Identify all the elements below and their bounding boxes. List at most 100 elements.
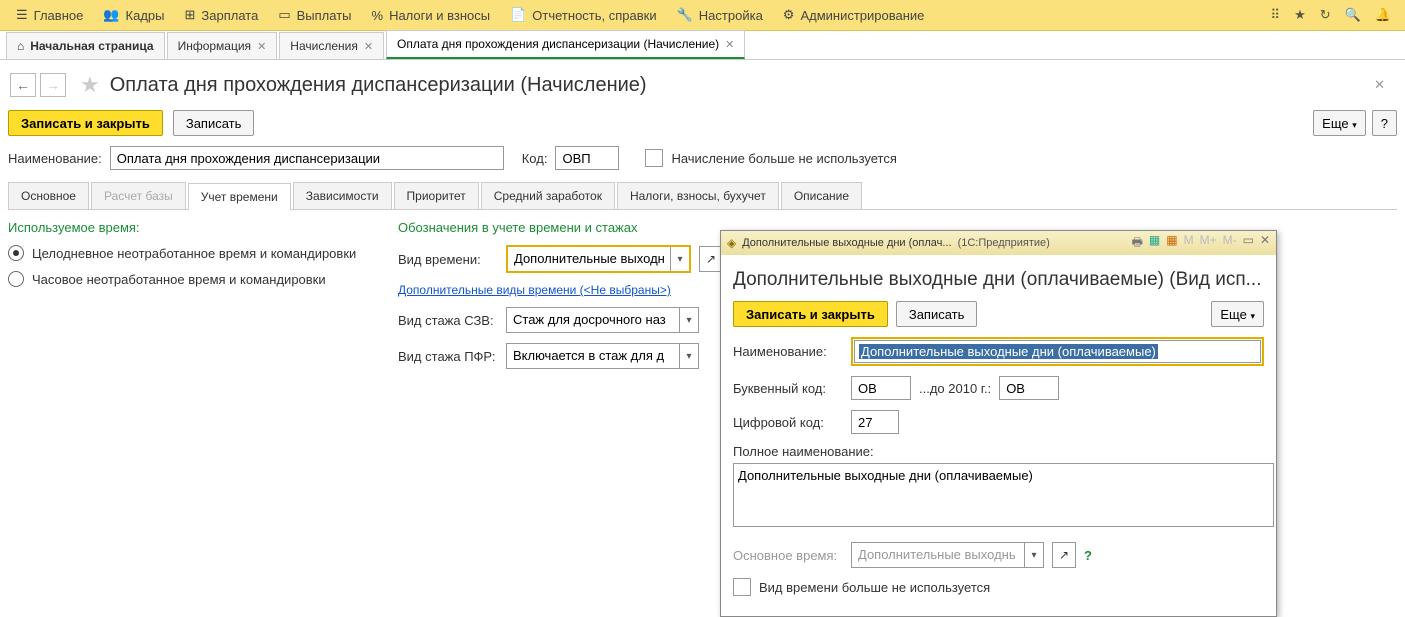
- back-button[interactable]: ←: [10, 73, 36, 97]
- main-nav: ☰Главное 👥Кадры ⊞Зарплата ▭ Выплаты %Нало…: [0, 0, 1405, 31]
- close-page-icon[interactable]: ✕: [1374, 77, 1385, 93]
- nav-nalogi[interactable]: %Налоги и взносы: [362, 0, 501, 30]
- close-icon[interactable]: ✕: [1260, 233, 1270, 254]
- code-input[interactable]: [555, 146, 619, 170]
- tab-home[interactable]: ⌂Начальная страница: [6, 32, 165, 59]
- popup-window: ◈ Дополнительные выходные дни (оплач... …: [720, 230, 1277, 617]
- save-button[interactable]: Записать: [173, 110, 255, 136]
- name-label: Наименование:: [8, 151, 102, 166]
- wrench-icon: 🔧: [677, 7, 693, 23]
- popup-digit-input[interactable]: [851, 410, 899, 434]
- help-icon[interactable]: ?: [1084, 548, 1092, 563]
- popup-base-select[interactable]: ▾: [851, 542, 1044, 568]
- close-icon[interactable]: ✕: [364, 40, 373, 53]
- subtab-sredniy[interactable]: Средний заработок: [481, 182, 615, 209]
- popup-full-textarea[interactable]: [733, 463, 1274, 527]
- subtab-nalogi[interactable]: Налоги, взносы, бухучет: [617, 182, 779, 209]
- radio-hourly[interactable]: Часовое неотработанное время и командиро…: [8, 271, 368, 287]
- popup-open-button[interactable]: ↗: [1052, 542, 1076, 568]
- popup-save-close-button[interactable]: Записать и закрыть: [733, 301, 888, 327]
- popup-more-button[interactable]: Еще ▾: [1211, 301, 1264, 327]
- search-icon[interactable]: 🔍: [1345, 7, 1361, 23]
- chevron-down-icon[interactable]: ▾: [679, 308, 698, 332]
- close-icon[interactable]: ✕: [725, 38, 734, 51]
- tab-nachisl[interactable]: Начисления✕: [279, 32, 384, 59]
- nav-nastroika[interactable]: 🔧Настройка: [667, 0, 773, 30]
- pfr-select[interactable]: ▾: [506, 343, 699, 369]
- time-type-input[interactable]: [508, 247, 670, 269]
- tab-label: Начальная страница: [30, 39, 153, 53]
- subtab-uchet[interactable]: Учет времени: [188, 183, 291, 210]
- extra-types-link[interactable]: Дополнительные виды времени (<Не выбраны…: [398, 283, 739, 297]
- favorite-star-icon[interactable]: ★: [80, 72, 100, 98]
- szv-select[interactable]: ▾: [506, 307, 699, 333]
- print-icon[interactable]: 🖶: [1132, 233, 1143, 254]
- pfr-input[interactable]: [507, 344, 679, 366]
- forward-button[interactable]: →: [40, 73, 66, 97]
- popup-unused-label: Вид времени больше не используется: [759, 580, 990, 595]
- popup-until-label: ...до 2010 г.:: [919, 381, 991, 396]
- popup-name-wrap: Дополнительные выходные дни (оплачиваемы…: [851, 337, 1264, 366]
- radio-fullday[interactable]: Целодневное неотработанное время и коман…: [8, 245, 368, 261]
- menu-icon: ☰: [16, 7, 28, 23]
- nav-admin[interactable]: ⚙Администрирование: [773, 0, 935, 30]
- radio-label: Целодневное неотработанное время и коман…: [32, 246, 356, 261]
- nav-zarplata[interactable]: ⊞Зарплата: [174, 0, 268, 30]
- calendar-icon[interactable]: ▦: [1166, 233, 1177, 254]
- subtab-prioritet[interactable]: Приоритет: [394, 182, 479, 209]
- szv-input[interactable]: [507, 308, 679, 330]
- popup-window-subtitle: (1С:Предприятие): [958, 237, 1050, 249]
- nav-main[interactable]: ☰Главное: [6, 0, 93, 30]
- name-input[interactable]: [110, 146, 504, 170]
- save-close-button[interactable]: Записать и закрыть: [8, 110, 163, 136]
- mminus-icon[interactable]: M-: [1223, 233, 1237, 254]
- subtab-opisanie[interactable]: Описание: [781, 182, 862, 209]
- nav-label: Зарплата: [201, 8, 258, 23]
- tab-info[interactable]: Информация✕: [167, 32, 278, 59]
- popup-base-input[interactable]: [852, 543, 1024, 565]
- more-label: Еще: [1220, 307, 1246, 322]
- popup-title: Дополнительные выходные дни (оплачиваемы…: [733, 269, 1264, 291]
- nav-label: Выплаты: [297, 8, 352, 23]
- popup-letter-label: Буквенный код:: [733, 381, 843, 396]
- nav-label: Отчетность, справки: [532, 8, 656, 23]
- subtab-osnovnoe[interactable]: Основное: [8, 182, 89, 209]
- popup-base-label: Основное время:: [733, 548, 843, 563]
- bell-icon[interactable]: 🔔: [1375, 7, 1391, 23]
- tab-active[interactable]: Оплата дня прохождения диспансеризации (…: [386, 30, 745, 59]
- history-icon[interactable]: ↻: [1320, 7, 1331, 23]
- close-icon[interactable]: ✕: [257, 40, 266, 53]
- nav-otchet[interactable]: 📄Отчетность, справки: [500, 0, 667, 30]
- time-type-select[interactable]: ▾: [506, 245, 691, 273]
- popup-name-input[interactable]: Дополнительные выходные дни (оплачиваемы…: [859, 344, 1158, 359]
- star-icon[interactable]: ★: [1294, 7, 1306, 23]
- popup-letter-input[interactable]: [851, 376, 911, 400]
- popup-save-button[interactable]: Записать: [896, 301, 978, 327]
- wallet-icon: ▭: [278, 7, 290, 23]
- apps-icon[interactable]: ⠿: [1271, 7, 1281, 23]
- unused-checkbox[interactable]: [645, 149, 663, 167]
- nav-vyplaty[interactable]: ▭ Выплаты: [268, 0, 361, 30]
- unused-label: Начисление больше не используется: [671, 151, 896, 166]
- chevron-down-icon: ▾: [1250, 311, 1255, 321]
- subtab-raschet[interactable]: Расчет базы: [91, 182, 186, 209]
- minimize-icon[interactable]: ▭: [1243, 233, 1254, 254]
- mplus-icon[interactable]: M+: [1200, 233, 1217, 254]
- chevron-down-icon[interactable]: ▾: [670, 247, 689, 271]
- nav-kadry[interactable]: 👥Кадры: [93, 0, 174, 30]
- popup-titlebar[interactable]: ◈ Дополнительные выходные дни (оплач... …: [721, 231, 1276, 255]
- grid-icon[interactable]: ▦: [1149, 233, 1160, 254]
- szv-label: Вид стажа СЗВ:: [398, 313, 498, 328]
- subtab-zavis[interactable]: Зависимости: [293, 182, 392, 209]
- percent-icon: %: [372, 8, 384, 23]
- chevron-down-icon[interactable]: ▾: [679, 344, 698, 368]
- page-header: ← → ★ Оплата дня прохождения диспансериз…: [0, 60, 1405, 106]
- more-button[interactable]: Еще ▾: [1313, 110, 1366, 136]
- nav-label: Администрирование: [800, 8, 924, 23]
- popup-until-input[interactable]: [999, 376, 1059, 400]
- help-button[interactable]: ?: [1372, 110, 1397, 136]
- m-icon[interactable]: M: [1184, 233, 1194, 254]
- code-label: Код:: [522, 151, 548, 166]
- chevron-down-icon[interactable]: ▾: [1024, 543, 1043, 567]
- popup-unused-checkbox[interactable]: [733, 578, 751, 596]
